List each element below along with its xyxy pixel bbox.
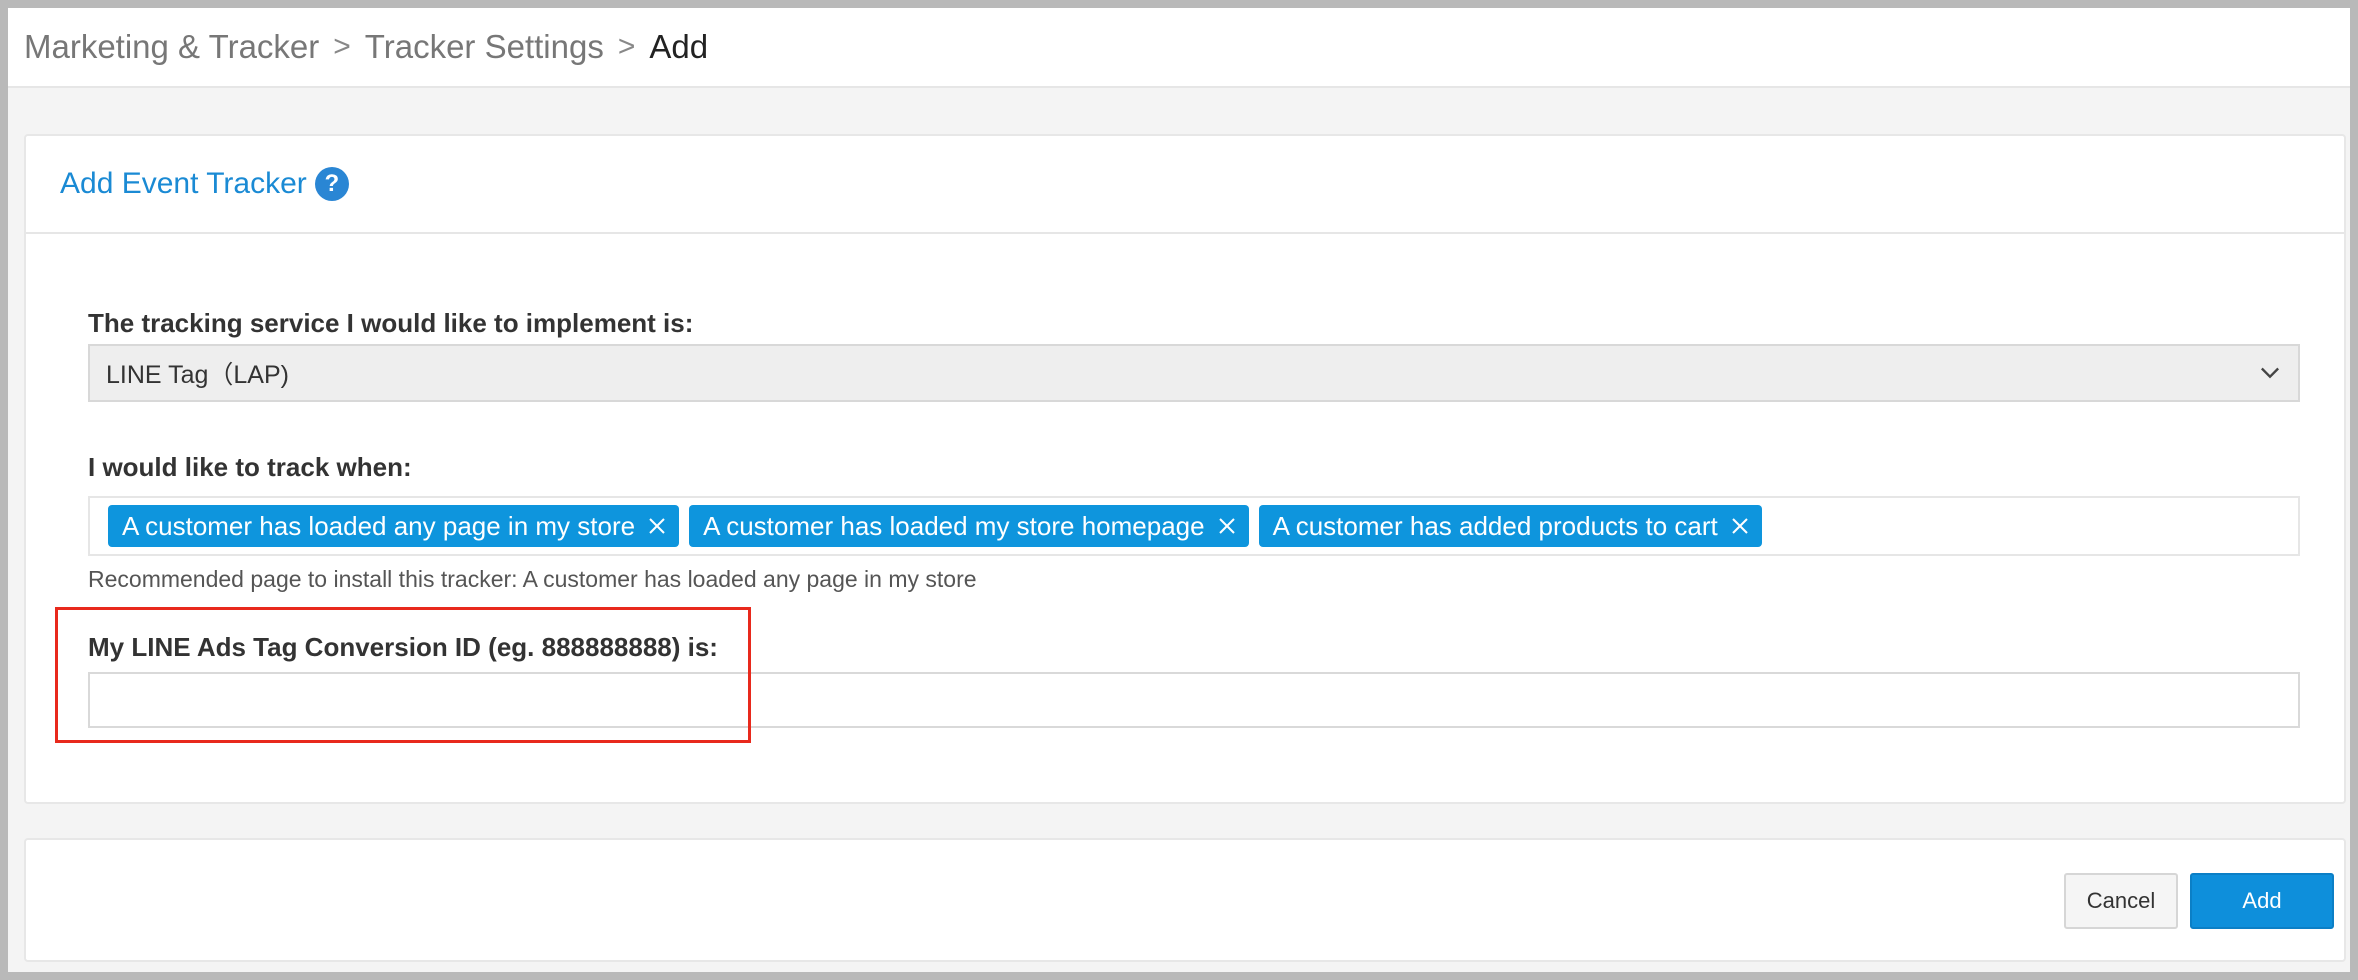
close-icon[interactable]: [1730, 516, 1750, 536]
close-icon[interactable]: [1217, 516, 1237, 536]
breadcrumb-separator-icon: >: [333, 30, 351, 63]
add-button[interactable]: Add: [2190, 873, 2334, 929]
breadcrumb-current: Add: [649, 28, 709, 65]
panel-title: Add Event Tracker: [60, 167, 307, 200]
track-when-label: I would like to track when:: [88, 452, 412, 482]
breadcrumb-item-tracker-settings[interactable]: Tracker Settings: [365, 28, 604, 66]
service-label: The tracking service I would like to imp…: [88, 308, 694, 338]
question-circle-icon[interactable]: ?: [314, 167, 349, 201]
event-tag-label: A customer has added products to cart: [1272, 510, 1718, 541]
tracking-service-selected: LINE Tag（LAP): [106, 361, 289, 389]
chevron-down-icon: [2261, 367, 2279, 379]
panel-header: Add Event Tracker ?: [26, 136, 2344, 234]
actions-footer: Cancel Add: [24, 838, 2346, 962]
event-tag: A customer has added products to cart: [1258, 505, 1762, 547]
track-events-multiselect[interactable]: A customer has loaded any page in my sto…: [88, 496, 2300, 556]
event-tag-label: A customer has loaded my store homepage: [703, 510, 1205, 541]
event-tag-label: A customer has loaded any page in my sto…: [122, 510, 636, 541]
breadcrumb-separator-icon: >: [617, 30, 636, 63]
breadcrumb: Marketing & Tracker > Tracker Settings >…: [8, 8, 2350, 88]
cancel-button[interactable]: Cancel: [2064, 873, 2178, 929]
page-frame: Marketing & Tracker > Tracker Settings >…: [8, 8, 2350, 972]
close-icon[interactable]: [647, 516, 667, 536]
recommended-page-hint: Recommended page to install this tracker…: [88, 566, 977, 592]
tracking-service-select[interactable]: LINE Tag（LAP): [88, 344, 2300, 402]
add-event-tracker-panel: Add Event Tracker ? The tracking service…: [24, 134, 2346, 804]
event-tag: A customer has loaded any page in my sto…: [108, 505, 680, 547]
conversion-id-label: My LINE Ads Tag Conversion ID (eg. 88888…: [88, 632, 718, 662]
event-tag: A customer has loaded my store homepage: [689, 505, 1249, 547]
conversion-id-input[interactable]: [88, 672, 2300, 728]
breadcrumb-item-marketing[interactable]: Marketing & Tracker: [24, 28, 319, 66]
